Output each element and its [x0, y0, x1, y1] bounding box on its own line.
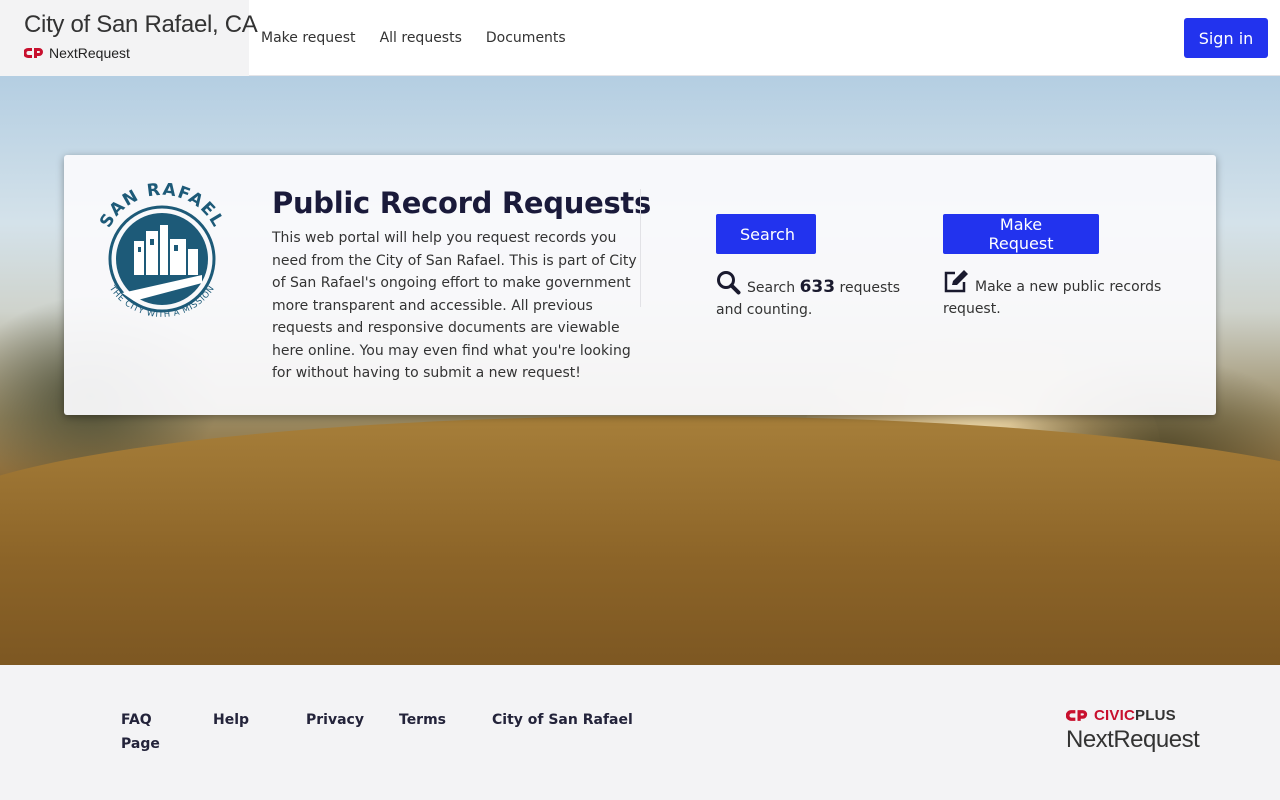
intro-description: This web portal will help you request re…	[272, 230, 637, 381]
nextrequest-wordmark: NextRequest	[1066, 726, 1200, 753]
brand-block[interactable]: City of San Rafael, CA NextRequest	[0, 0, 258, 76]
intro-card: SAN RAFAEL THE CITY WITH A MISSION Publi…	[64, 155, 1216, 415]
civicplus-logo-icon	[1066, 710, 1088, 721]
main-nav: Make request All requests Documents	[249, 0, 590, 75]
product-name: NextRequest	[49, 45, 130, 61]
magnifier-icon	[717, 271, 741, 295]
civicplus-nextrequest-logo[interactable]: CIVICPLUS NextRequest	[1066, 707, 1200, 754]
civicplus-wordmark: CIVICPLUS	[1094, 707, 1176, 724]
nav-make-request[interactable]: Make request	[261, 30, 356, 46]
footer-link-help[interactable]: Help	[213, 708, 306, 756]
make-request-button[interactable]: Make Request	[943, 214, 1099, 254]
plus-text: PLUS	[1135, 707, 1176, 724]
city-seal-logo: SAN RAFAEL THE CITY WITH A MISSION	[96, 183, 226, 320]
edit-icon	[944, 270, 968, 293]
footer-links: FAQ Page Help Privacy Terms City of San …	[121, 708, 633, 756]
nav-documents[interactable]: Documents	[486, 30, 566, 46]
make-request-desc-text: Make a new public records request.	[943, 279, 1162, 317]
sign-in-button[interactable]: Sign in	[1184, 18, 1268, 58]
search-desc-prefix: Search	[747, 280, 796, 296]
page-title: Public Record Requests	[272, 186, 651, 220]
intro-text-block: Public Record Requests This web portal w…	[272, 185, 651, 385]
request-count: 633	[799, 277, 836, 297]
top-header: City of San Rafael, CA NextRequest Make …	[0, 0, 1280, 76]
footer-link-city[interactable]: City of San Rafael	[492, 708, 633, 756]
make-request-action: Make Request Make a new public records r…	[943, 214, 1183, 320]
civicplus-logo-icon	[24, 48, 43, 58]
site-title[interactable]: City of San Rafael, CA	[24, 10, 258, 40]
nextrequest-brand: NextRequest	[24, 45, 249, 61]
footer-link-terms[interactable]: Terms	[399, 708, 492, 756]
card-divider	[640, 189, 641, 307]
search-button[interactable]: Search	[716, 214, 816, 254]
make-request-description: Make a new public records request.	[943, 270, 1183, 320]
page-footer: FAQ Page Help Privacy Terms City of San …	[0, 665, 1280, 800]
search-description: Search 633 requests and counting.	[716, 270, 916, 321]
footer-link-faq[interactable]: FAQ Page	[121, 708, 213, 756]
nav-all-requests[interactable]: All requests	[380, 30, 462, 46]
hero-grass-hill	[0, 416, 1280, 665]
civic-text: CIVIC	[1094, 707, 1136, 724]
civicplus-row: CIVICPLUS	[1066, 707, 1199, 724]
search-action: Search Search 633 requests and counting.	[716, 214, 916, 321]
footer-link-privacy[interactable]: Privacy	[306, 708, 399, 756]
